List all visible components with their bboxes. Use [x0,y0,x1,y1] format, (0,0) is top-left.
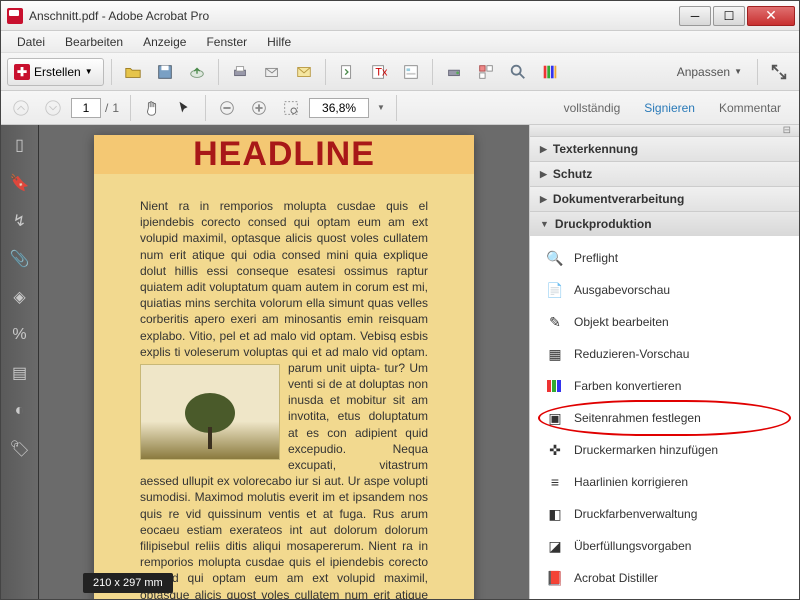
nav-toolbar: / 1 ▼ vollständig Signieren Kommentar [1,91,799,125]
doc-image [140,364,280,460]
menubar: Datei Bearbeiten Anzeige Fenster Hilfe [1,31,799,53]
panel-dokument[interactable]: ▶Dokumentverarbeitung [530,187,799,211]
tags-icon[interactable]: 🏷 [10,439,30,459]
maximize-button[interactable]: ☐ [713,6,745,26]
select-tool-button[interactable] [170,94,198,122]
minimize-button[interactable]: ─ [679,6,711,26]
tools-panel: ⊟ ▶Texterkennung ▶Schutz ▶Dokumentverarb… [529,125,799,599]
document-area[interactable]: HEADLINE Nient ra in remporios molupta c… [39,125,529,599]
thumbnails-icon[interactable]: ▯ [10,135,30,155]
customize-label: Anpassen [677,65,730,79]
left-sidebar: ▯ 🔖 ↯ 📎 ◈ % ▤ ◐ 🏷 [1,125,39,599]
chevron-right-icon: ▶ [540,169,547,180]
menu-fenster[interactable]: Fenster [196,32,257,52]
tool-objekt-bearbeiten[interactable]: ✎Objekt bearbeiten [530,306,799,338]
action-sign[interactable]: Signieren [632,95,707,121]
hairlines-icon: ≡ [546,473,564,491]
tool-preflight[interactable]: 🔍Preflight [530,242,799,274]
menu-anzeige[interactable]: Anzeige [133,32,196,52]
chevron-down-icon: ▼ [85,67,93,76]
tool-druckermarken[interactable]: ✜Druckermarken hinzufügen [530,434,799,466]
chevron-down-icon: ▼ [540,219,549,229]
edit-object-icon: ✎ [546,313,564,331]
page-total: 1 [112,101,123,115]
edit-text-button[interactable]: Tx [365,58,393,86]
print-button[interactable] [226,58,254,86]
fullscreen-button[interactable] [765,58,793,86]
window-title: Anschnitt.pdf - Adobe Acrobat Pro [29,9,678,23]
page-boxes-icon: ▣ [546,409,564,427]
hand-tool-button[interactable] [138,94,166,122]
output-preview-icon: 📄 [546,281,564,299]
pdf-page: HEADLINE Nient ra in remporios molupta c… [94,135,474,599]
signatures-icon[interactable]: % [10,325,30,345]
printer-marks-icon: ✜ [546,441,564,459]
create-label: Erstellen [34,65,81,79]
zoom-in-button[interactable] [245,94,273,122]
tool-farben[interactable]: Farben konvertieren [530,370,799,402]
attachment-icon[interactable]: 📎 [10,249,30,269]
create-button[interactable]: ✚ Erstellen ▼ [7,58,104,86]
pages-icon[interactable]: ▤ [10,363,30,383]
tool-ausgabevorschau[interactable]: 📄Ausgabevorschau [530,274,799,306]
menu-bearbeiten[interactable]: Bearbeiten [55,32,133,52]
panel-schutz[interactable]: ▶Schutz [530,162,799,186]
color-bars-button[interactable] [536,58,564,86]
action-full[interactable]: vollständig [552,95,633,121]
menu-datei[interactable]: Datei [7,32,55,52]
svg-text:Tx: Tx [375,66,388,78]
panel-texterkennung[interactable]: ▶Texterkennung [530,137,799,161]
doc-headline: HEADLINE [193,135,375,174]
form-button[interactable] [397,58,425,86]
customize-button[interactable]: Anpassen ▼ [669,65,750,79]
tool-distiller[interactable]: 📕Acrobat Distiller [530,562,799,594]
tool-ueberfuellung[interactable]: ◪Überfüllungsvorgaben [530,530,799,562]
page-sep: / [105,101,108,115]
tool-druckfarben[interactable]: ◧Druckfarbenverwaltung [530,498,799,530]
search-button[interactable] [504,58,532,86]
ink-manager-icon: ◧ [546,505,564,523]
plus-icon: ✚ [14,64,30,80]
page-size-badge: 210 x 297 mm [83,573,173,593]
close-button[interactable]: ✕ [747,6,795,26]
color-convert-icon [546,377,564,395]
distiller-icon: 📕 [546,569,564,587]
page-down-button[interactable] [39,94,67,122]
save-button[interactable] [151,58,179,86]
panel-druckproduktion[interactable]: ▼Druckproduktion [530,212,799,236]
flatten-icon: ▦ [546,345,564,363]
export-button[interactable] [333,58,361,86]
boxes-button[interactable] [472,58,500,86]
page-number-input[interactable] [71,98,101,118]
zoom-out-button[interactable] [213,94,241,122]
tool-reduzieren[interactable]: ▦Reduzieren-Vorschau [530,338,799,370]
share-button[interactable] [258,58,286,86]
zoom-input[interactable] [309,98,369,118]
preflight-icon: 🔍 [546,249,564,267]
chevron-right-icon: ▶ [540,194,547,205]
email-button[interactable] [290,58,318,86]
doc-body: Nient ra in remporios molupta cusdae qui… [94,174,474,599]
cloud-button[interactable] [183,58,211,86]
chevron-down-icon: ▼ [734,67,742,76]
page-up-button[interactable] [7,94,35,122]
main-toolbar: ✚ Erstellen ▼ Tx Anpassen ▼ [1,53,799,91]
action-comment[interactable]: Kommentar [707,95,793,121]
chevron-right-icon: ▶ [540,144,547,155]
reflow-icon[interactable]: ↯ [10,211,30,231]
quick-print-button[interactable] [440,58,468,86]
app-icon [7,8,23,24]
bookmark-icon[interactable]: 🔖 [10,173,30,193]
marquee-zoom-button[interactable] [277,94,305,122]
open-button[interactable] [119,58,147,86]
tool-seitenrahmen[interactable]: ▣Seitenrahmen festlegen [530,402,799,434]
chevron-down-icon[interactable]: ▼ [373,103,389,112]
tool-haarlinien[interactable]: ≡Haarlinien korrigieren [530,466,799,498]
layers-icon[interactable]: ◈ [10,287,30,307]
trap-presets-icon: ◪ [546,537,564,555]
panel-collapse-icon[interactable]: ⊟ [530,125,799,137]
standards-icon[interactable]: ◐ [10,401,30,421]
menu-hilfe[interactable]: Hilfe [257,32,301,52]
titlebar: Anschnitt.pdf - Adobe Acrobat Pro ─ ☐ ✕ [1,1,799,31]
